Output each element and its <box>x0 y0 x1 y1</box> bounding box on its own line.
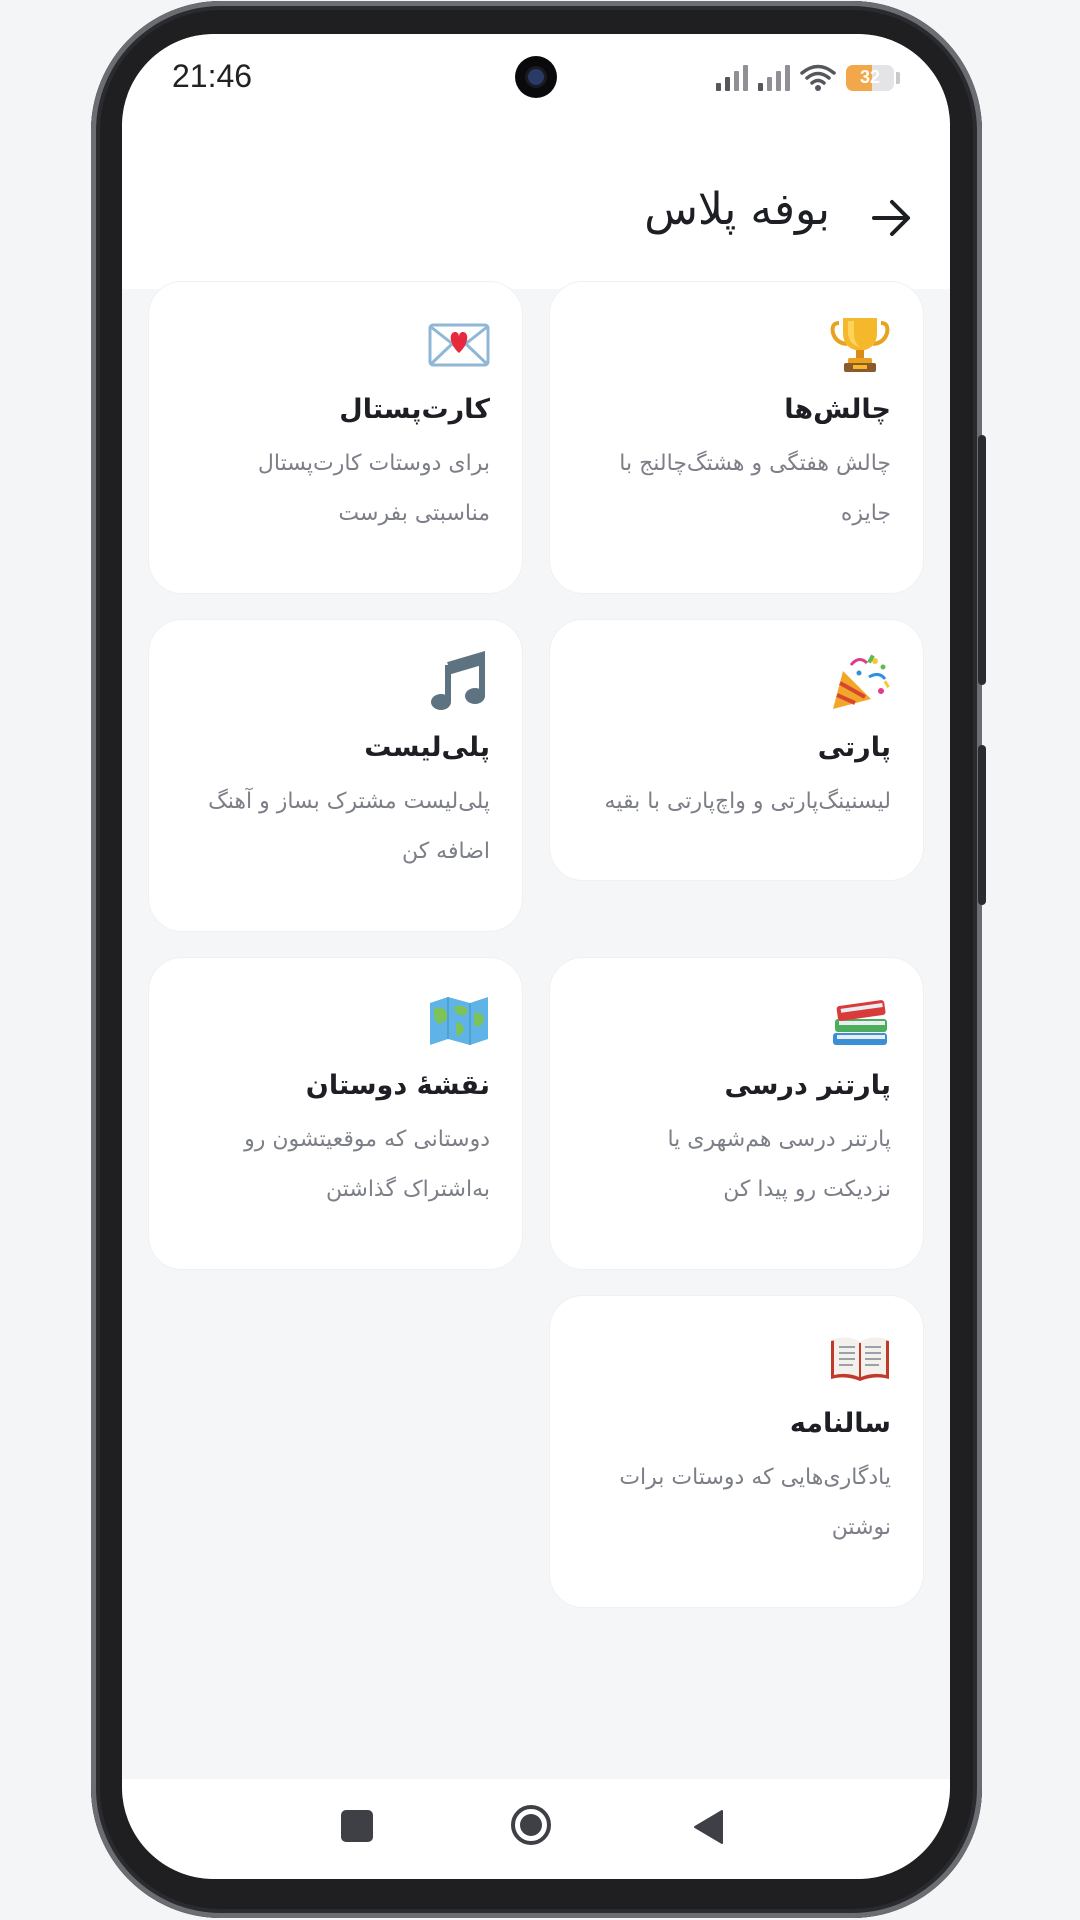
card-title: سالنامه <box>789 1408 891 1439</box>
card-desc-line: به‌اشتراک گذاشتن <box>326 1177 490 1202</box>
card-friends-map[interactable]: نقشهٔ دوستان دوستانی که موقعیتشون رو به‌… <box>148 957 523 1270</box>
navigation-bar <box>122 1779 950 1879</box>
feature-grid: چالش‌ها چالش هفتگی و هشتگ‌چالنج با جایزه <box>148 281 924 1608</box>
card-description: برای دوستات کارت‌پستال مناسبتی بفرست <box>173 439 490 539</box>
books-icon <box>574 988 891 1052</box>
arrow-right-icon[interactable] <box>868 197 916 239</box>
power-button <box>978 745 986 905</box>
card-desc-line: نوشتن <box>831 1515 891 1540</box>
card-postcard[interactable]: کارت‌پستال برای دوستات کارت‌پستال مناسبت… <box>148 281 523 594</box>
signal-icon <box>758 65 790 91</box>
status-bar: 21:46 32 <box>122 34 950 144</box>
card-description: لیسنینگ‌پارتی و واچ‌پارتی با بقیه <box>574 777 891 827</box>
signal-icon <box>716 65 748 91</box>
page: 21:46 32 <box>0 0 1080 1920</box>
card-description: یادگاری‌هایی که دوستات برات نوشتن <box>574 1453 891 1553</box>
open-book-icon <box>574 1326 891 1390</box>
battery-level: 32 <box>859 67 881 87</box>
battery-icon: 32 <box>846 65 894 91</box>
card-description: دوستانی که موقعیتشون رو به‌اشتراک گذاشتن <box>173 1115 490 1215</box>
card-party[interactable]: پارتی لیسنینگ‌پارتی و واچ‌پارتی با بقیه <box>549 619 924 881</box>
card-challenges[interactable]: چالش‌ها چالش هفتگی و هشتگ‌چالنج با جایزه <box>549 281 924 594</box>
party-popper-icon <box>574 650 891 714</box>
volume-button <box>978 435 986 685</box>
card-title: چالش‌ها <box>784 394 891 425</box>
card-title: کارت‌پستال <box>339 394 490 425</box>
card-desc-line: چالش هفتگی و هشتگ‌چالنج با <box>619 451 891 476</box>
card-title: پارتنر درسی <box>724 1070 891 1101</box>
status-icons: 32 <box>716 60 900 96</box>
card-desc-line: برای دوستات کارت‌پستال <box>257 451 490 476</box>
card-yearbook[interactable]: سالنامه یادگاری‌هایی که دوستات برات نوشت… <box>549 1295 924 1608</box>
card-study-partner[interactable]: پارتنر درسی پارتنر درسی هم‌شهری یا نزدیک… <box>549 957 924 1270</box>
card-desc-line: یادگاری‌هایی که دوستات برات <box>619 1465 891 1490</box>
card-desc-line: نزدیکت رو پیدا کن <box>723 1177 891 1202</box>
trophy-icon <box>574 312 891 376</box>
card-desc-line: پلی‌لیست مشترک بساز و آهنگ <box>208 789 490 814</box>
home-icon[interactable] <box>509 1803 553 1847</box>
status-time: 21:46 <box>172 58 253 94</box>
card-desc-line: لیسنینگ‌پارتی و واچ‌پارتی با بقیه <box>604 789 891 814</box>
love-letter-icon <box>173 312 490 376</box>
card-desc-line: پارتنر درسی هم‌شهری یا <box>667 1127 891 1152</box>
battery-nub <box>896 72 900 84</box>
card-desc-line: دوستانی که موقعیتشون رو <box>244 1127 490 1152</box>
card-title: پارتی <box>817 732 891 763</box>
card-description: پارتنر درسی هم‌شهری یا نزدیکت رو پیدا کن <box>574 1115 891 1215</box>
card-desc-line: اضافه کن <box>401 839 490 864</box>
music-note-icon <box>173 650 490 714</box>
card-description: چالش هفتگی و هشتگ‌چالنج با جایزه <box>574 439 891 539</box>
back-triangle-icon[interactable] <box>692 1809 724 1845</box>
page-title: بوفه پلاس <box>644 184 830 235</box>
card-title: پلی‌لیست <box>364 732 490 763</box>
card-desc-line: جایزه <box>840 501 891 526</box>
card-desc-line: مناسبتی بفرست <box>338 501 490 526</box>
world-map-icon <box>173 988 490 1052</box>
card-playlist[interactable]: پلی‌لیست پلی‌لیست مشترک بساز و آهنگ اضاف… <box>148 619 523 932</box>
app-header: بوفه پلاس <box>122 144 950 289</box>
recent-apps-icon[interactable] <box>340 1809 374 1843</box>
wifi-icon <box>800 64 836 91</box>
card-title: نقشهٔ دوستان <box>305 1070 490 1101</box>
screen: 21:46 32 <box>122 34 950 1879</box>
card-description: پلی‌لیست مشترک بساز و آهنگ اضافه کن <box>173 777 490 877</box>
front-camera <box>515 56 557 98</box>
